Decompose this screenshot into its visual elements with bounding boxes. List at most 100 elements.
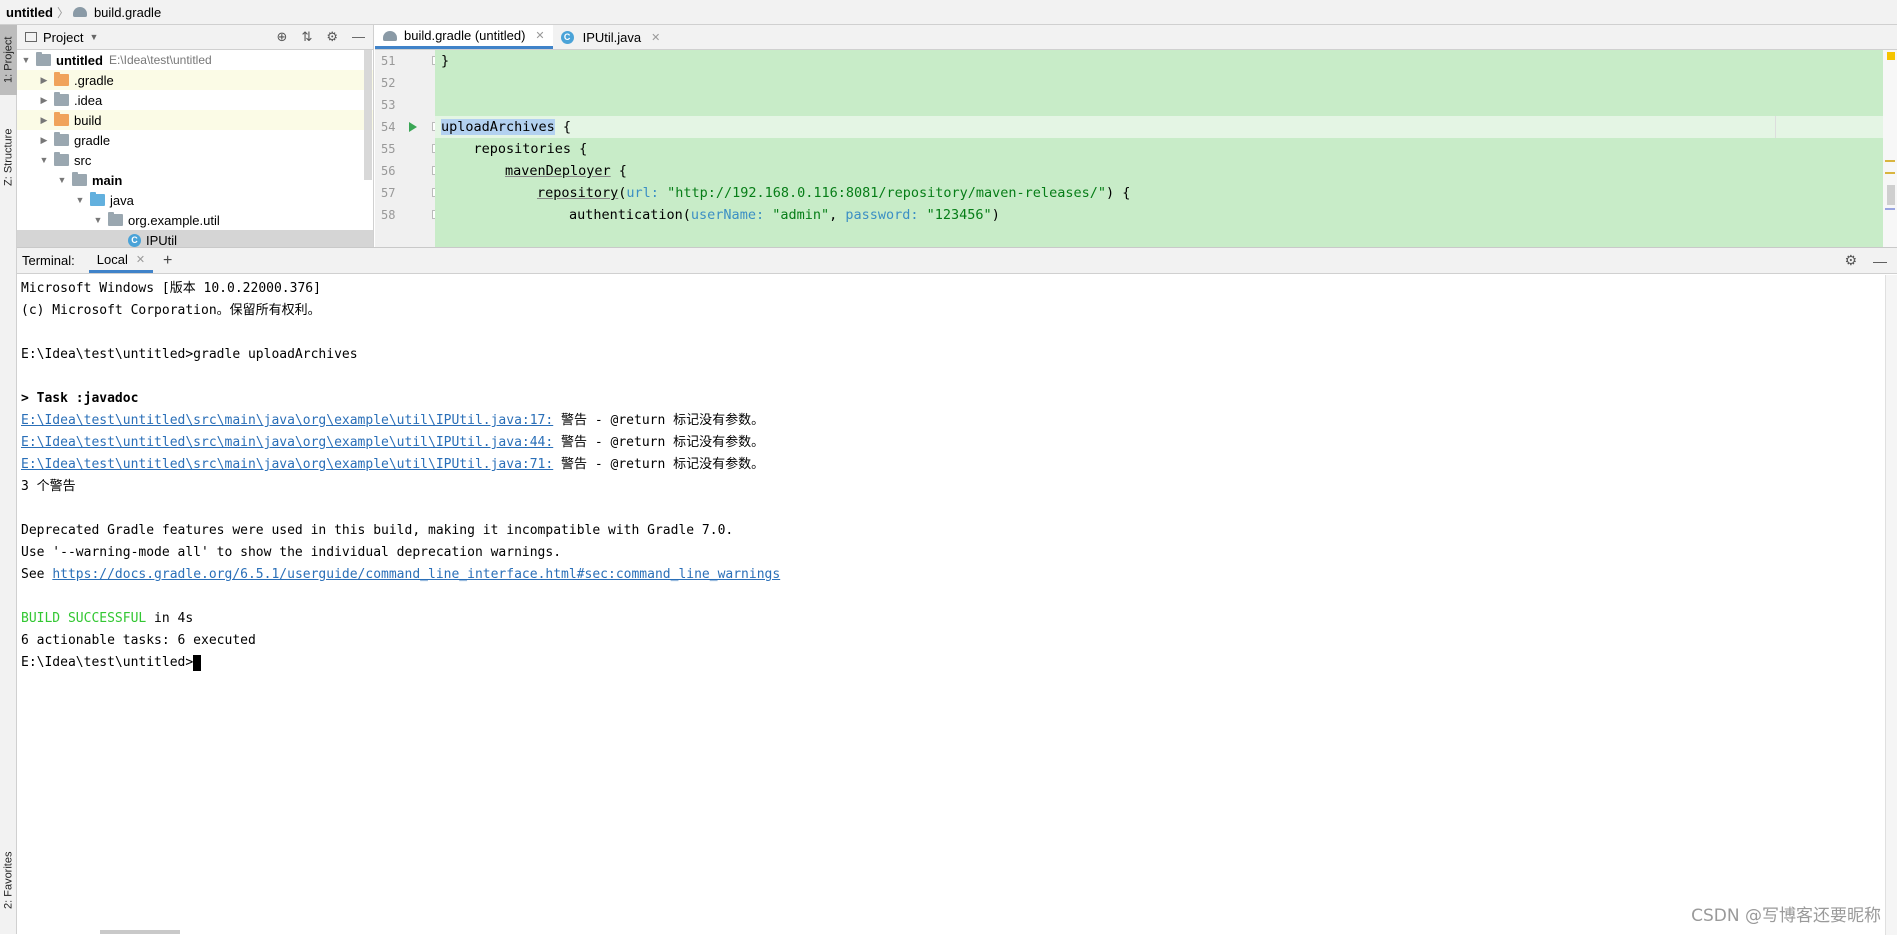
expanded-arrow-icon[interactable]: ▼ bbox=[56, 175, 68, 185]
class-icon: C bbox=[128, 234, 141, 247]
tree-item-gradle-dir[interactable]: ▶ .gradle bbox=[17, 70, 373, 90]
code-text: ( bbox=[618, 185, 626, 201]
line-gutter: 51 52 53 54 55 56 57 58 bbox=[375, 50, 435, 247]
code-text: { bbox=[611, 163, 627, 179]
error-stripe-mark[interactable] bbox=[1885, 208, 1895, 210]
tab-iputil-java[interactable]: C IPUtil.java ✕ bbox=[553, 25, 669, 49]
terminal-scrollbar[interactable] bbox=[1885, 275, 1897, 935]
line-number: 53 bbox=[381, 94, 395, 116]
tree-item-untitled[interactable]: ▼ untitled E:\Idea\test\untitled bbox=[17, 50, 373, 70]
terminal-header: Terminal: Local ✕ + ⚙ — bbox=[17, 248, 1897, 274]
expanded-arrow-icon[interactable]: ▼ bbox=[92, 215, 104, 225]
line-number: 57 bbox=[381, 182, 395, 204]
project-pane-header: Project ▼ ⊕ ⇅ ⚙ — bbox=[17, 25, 373, 50]
terminal-line: BUILD SUCCESSFUL in 4s bbox=[21, 608, 1893, 630]
tree-label: build bbox=[74, 113, 101, 128]
line-number: 54 bbox=[381, 116, 395, 138]
project-view-selector[interactable]: Project bbox=[43, 30, 83, 45]
tree-item-src[interactable]: ▼ src bbox=[17, 150, 373, 170]
breadcrumb-separator-icon: 〉 bbox=[57, 4, 69, 21]
terminal-blank-line bbox=[21, 322, 1893, 344]
error-stripe-mark[interactable] bbox=[1885, 160, 1895, 162]
collapse-all-icon[interactable]: ⇅ bbox=[301, 29, 312, 45]
warning-file-link[interactable]: E:\Idea\test\untitled\src\main\java\org\… bbox=[21, 413, 553, 428]
structure-tool-tab[interactable]: Z: Structure bbox=[0, 117, 17, 197]
horizontal-scroll-thumb[interactable] bbox=[100, 930, 180, 934]
tree-item-main[interactable]: ▼ main bbox=[17, 170, 373, 190]
warning-file-link[interactable]: E:\Idea\test\untitled\src\main\java\org\… bbox=[21, 457, 553, 472]
breadcrumb-project[interactable]: untitled bbox=[6, 5, 53, 20]
folder-icon bbox=[54, 134, 69, 146]
warning-file-link[interactable]: E:\Idea\test\untitled\src\main\java\org\… bbox=[21, 435, 553, 450]
locate-icon[interactable]: ⊕ bbox=[277, 29, 288, 45]
tree-label: gradle bbox=[74, 133, 110, 148]
scroll-thumb[interactable] bbox=[1887, 185, 1895, 205]
collapsed-arrow-icon[interactable]: ▶ bbox=[38, 135, 50, 146]
gradle-icon bbox=[383, 31, 397, 41]
terminal-blank-line bbox=[21, 586, 1893, 608]
tree-item-package[interactable]: ▼ org.example.util bbox=[17, 210, 373, 230]
terminal-line: Microsoft Windows [版本 10.0.22000.376] bbox=[21, 278, 1893, 300]
navigation-breadcrumb: untitled 〉 build.gradle bbox=[0, 0, 1897, 25]
project-view-icon bbox=[25, 32, 37, 42]
tab-local[interactable]: Local ✕ bbox=[89, 248, 153, 273]
warning-marker-icon[interactable] bbox=[1887, 52, 1895, 60]
collapsed-arrow-icon[interactable]: ▶ bbox=[38, 75, 50, 86]
tree-label: src bbox=[74, 153, 91, 168]
expanded-arrow-icon[interactable]: ▼ bbox=[38, 155, 50, 165]
code-line-54: uploadArchives { bbox=[435, 116, 1897, 138]
docs-link[interactable]: https://docs.gradle.org/6.5.1/userguide/… bbox=[52, 567, 780, 582]
favorites-tool-tab[interactable]: 2: Favorites bbox=[0, 835, 17, 925]
gear-icon[interactable]: ⚙ bbox=[1844, 252, 1857, 269]
breadcrumb-file[interactable]: build.gradle bbox=[94, 5, 161, 20]
code-line-57: repository(url: "http://192.168.0.116:80… bbox=[435, 182, 1897, 204]
code-text: ) bbox=[992, 207, 1000, 223]
warning-text: 警告 - @return 标记没有参数。 bbox=[553, 435, 764, 450]
project-tool-tab[interactable]: 1: Project bbox=[0, 25, 17, 95]
code-line-58: authentication(userName: "admin", passwo… bbox=[435, 204, 1897, 226]
folder-icon bbox=[54, 154, 69, 166]
tree-path: E:\Idea\test\untitled bbox=[109, 53, 212, 67]
tree-item-build[interactable]: ▶ build bbox=[17, 110, 373, 130]
hide-icon[interactable]: — bbox=[352, 29, 365, 45]
tree-item-java[interactable]: ▼ java bbox=[17, 190, 373, 210]
chevron-down-icon[interactable]: ▼ bbox=[89, 32, 98, 42]
code-text: repository bbox=[537, 185, 618, 201]
close-icon[interactable]: ✕ bbox=[535, 29, 544, 42]
code-text: repositories { bbox=[441, 141, 587, 157]
project-tool-tab-label: 1: Project bbox=[3, 37, 15, 83]
collapsed-arrow-icon[interactable]: ▶ bbox=[38, 115, 50, 126]
folder-icon bbox=[72, 174, 87, 186]
tab-build-gradle[interactable]: build.gradle (untitled) ✕ bbox=[375, 25, 553, 49]
expanded-arrow-icon[interactable]: ▼ bbox=[20, 55, 32, 65]
expanded-arrow-icon[interactable]: ▼ bbox=[74, 195, 86, 205]
editor-tabs: build.gradle (untitled) ✕ C IPUtil.java … bbox=[375, 25, 1897, 50]
tree-item-iputil[interactable]: C IPUtil bbox=[17, 230, 373, 247]
editor-scrollbar[interactable] bbox=[1883, 50, 1897, 247]
warning-text: 警告 - @return 标记没有参数。 bbox=[553, 413, 764, 428]
gear-icon[interactable]: ⚙ bbox=[326, 29, 338, 45]
close-icon[interactable]: ✕ bbox=[651, 31, 660, 44]
hide-icon[interactable]: — bbox=[1873, 253, 1887, 269]
code-line-56: mavenDeployer { bbox=[435, 160, 1897, 182]
build-time: in 4s bbox=[146, 611, 193, 626]
tree-item-idea[interactable]: ▶ .idea bbox=[17, 90, 373, 110]
run-gutter-icon[interactable] bbox=[409, 122, 417, 132]
code-area[interactable]: 51 52 53 54 55 56 57 58 } uploadArchives… bbox=[375, 50, 1897, 247]
terminal-prompt-line[interactable]: E:\Idea\test\untitled> bbox=[21, 652, 1893, 674]
terminal-blank-line bbox=[21, 366, 1893, 388]
terminal-output[interactable]: Microsoft Windows [版本 10.0.22000.376] (c… bbox=[17, 274, 1897, 678]
error-stripe-mark[interactable] bbox=[1885, 172, 1895, 174]
close-icon[interactable]: ✕ bbox=[136, 253, 145, 266]
new-session-button[interactable]: + bbox=[153, 248, 182, 273]
see-text: See bbox=[21, 567, 52, 582]
collapsed-arrow-icon[interactable]: ▶ bbox=[38, 95, 50, 106]
terminal-line: E:\Idea\test\untitled>gradle uploadArchi… bbox=[21, 344, 1893, 366]
project-scrollbar[interactable] bbox=[364, 50, 372, 180]
code-param: password: bbox=[845, 207, 926, 223]
tab-label: Local bbox=[97, 252, 128, 267]
tree-label: java bbox=[110, 193, 134, 208]
left-tool-strip: 1: Project Z: Structure 2: Favorites bbox=[0, 25, 17, 934]
tree-item-gradle[interactable]: ▶ gradle bbox=[17, 130, 373, 150]
line-number: 52 bbox=[381, 72, 395, 94]
